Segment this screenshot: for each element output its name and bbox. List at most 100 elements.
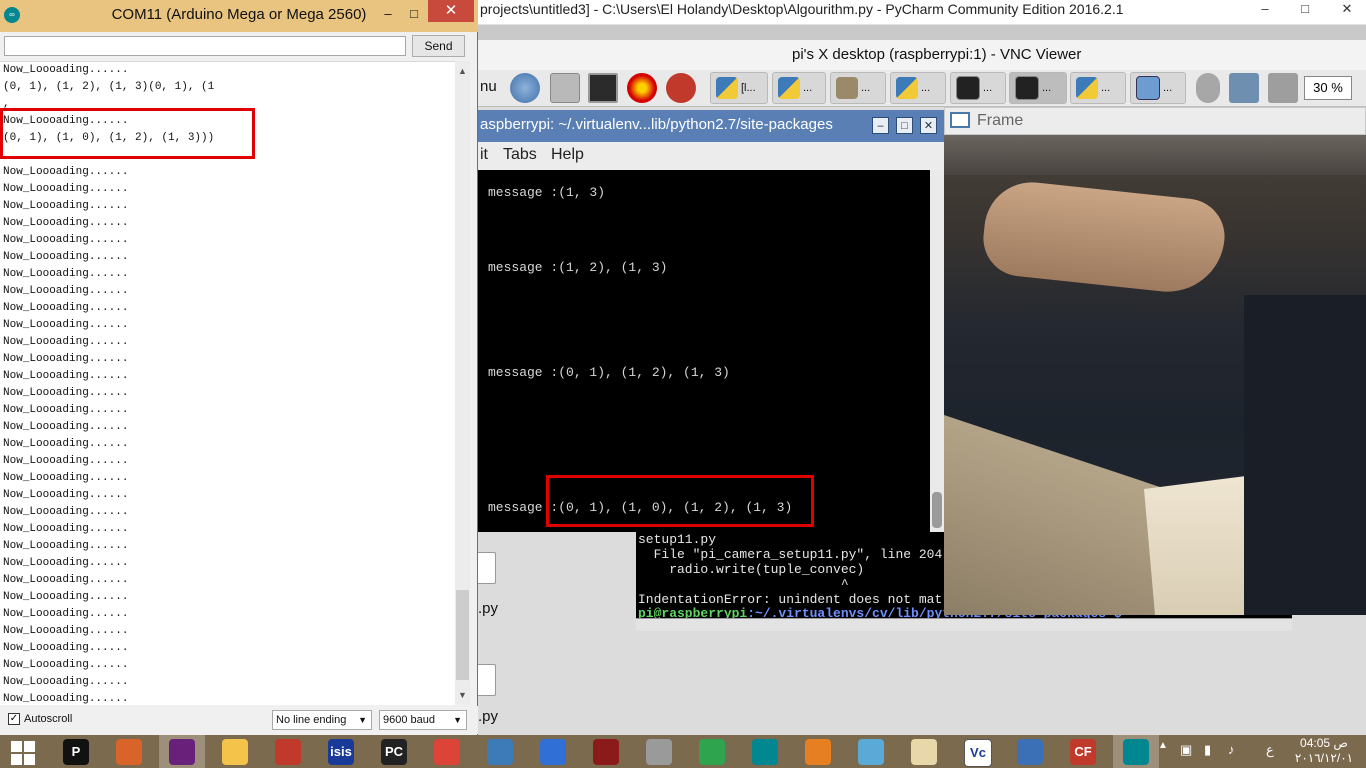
serial-maximize-button[interactable]: □ bbox=[402, 3, 426, 25]
serial-send-input[interactable] bbox=[4, 36, 406, 56]
serial-minimize-button[interactable]: – bbox=[376, 3, 400, 25]
cpu-usage-monitor: 30 % bbox=[1304, 76, 1352, 100]
vnc-icon: Vc bbox=[964, 739, 992, 767]
panel-task-python-2[interactable]: ... bbox=[772, 72, 826, 104]
taskbar-app-blue-button[interactable] bbox=[848, 735, 894, 768]
panel-task-python-1[interactable]: [l... bbox=[710, 72, 768, 104]
taskbar-arduino-button[interactable] bbox=[742, 735, 788, 768]
serial-line: Now_Loooading...... bbox=[3, 455, 129, 467]
camera-hand bbox=[979, 177, 1229, 298]
terminal2-scrollbar[interactable] bbox=[636, 618, 1292, 631]
line-ending-select[interactable]: No line ending ▼ bbox=[272, 710, 372, 730]
taskbar-cf-app-button[interactable]: CF bbox=[1060, 735, 1106, 768]
bluetooth-icon[interactable] bbox=[1196, 73, 1220, 103]
desktop-file-label[interactable]: .py bbox=[478, 600, 498, 617]
panel-task-python-4[interactable]: ... bbox=[1070, 72, 1126, 104]
taskbar-isis-proteus-button[interactable]: isis bbox=[318, 735, 364, 768]
scroll-down-icon[interactable]: ▼ bbox=[455, 690, 470, 700]
desktop-file-label[interactable]: .py bbox=[478, 708, 498, 725]
terminal-message-line: message :(1, 2), (1, 3) bbox=[488, 260, 668, 275]
window-icon bbox=[1136, 76, 1160, 101]
terminal-menu-tabs[interactable]: Tabs bbox=[503, 146, 537, 164]
taskbar-app-red-button[interactable] bbox=[265, 735, 311, 768]
taskbar-chrome-button[interactable] bbox=[424, 735, 470, 768]
taskbar-python-button[interactable] bbox=[477, 735, 523, 768]
panel-menu-label[interactable]: nu bbox=[480, 78, 497, 95]
terminal-maximize-button[interactable]: □ bbox=[896, 117, 913, 134]
taskbar-media-player-button[interactable] bbox=[795, 735, 841, 768]
start-icon bbox=[10, 739, 36, 765]
taskbar-app-swirl-button[interactable] bbox=[530, 735, 576, 768]
terminal-title: aspberrypi: ~/.virtualenv...lib/python2.… bbox=[480, 116, 833, 133]
terminal-close-button[interactable]: ✕ bbox=[920, 117, 937, 134]
serial-line: Now_Loooading...... bbox=[3, 489, 129, 501]
mathematica-icon[interactable] bbox=[627, 73, 657, 103]
serial-line: Now_Loooading...... bbox=[3, 336, 129, 348]
clock-time[interactable]: 04:05 ص bbox=[1294, 736, 1354, 750]
serial-line: Now_Loooading...... bbox=[3, 421, 129, 433]
serial-line: Now_Loooading...... bbox=[3, 64, 129, 76]
panel-task-folder[interactable]: ... bbox=[830, 72, 886, 104]
clock-date[interactable]: ٢٠١٦/١٢/٠١ bbox=[1294, 751, 1354, 765]
network-icon[interactable] bbox=[1229, 73, 1259, 103]
taskbar-paint-button[interactable] bbox=[901, 735, 947, 768]
terminal-minimize-button[interactable]: – bbox=[872, 117, 889, 134]
cf-app-icon: CF bbox=[1070, 739, 1096, 765]
network-tray-icon[interactable]: ▣ bbox=[1180, 742, 1192, 758]
pycharm-close-button[interactable]: ✕ bbox=[1328, 0, 1366, 20]
send-button[interactable]: Send bbox=[412, 35, 465, 57]
panel-task-frame[interactable]: ... bbox=[1130, 72, 1186, 104]
taskbar-file-explorer-button[interactable] bbox=[212, 735, 258, 768]
taskbar-visual-studio-button[interactable] bbox=[159, 735, 205, 768]
taskbar-vnc-button[interactable]: Vc bbox=[954, 735, 1000, 768]
terminal-scrollbar[interactable] bbox=[930, 170, 944, 532]
taskbar-wifi-app-button[interactable] bbox=[689, 735, 735, 768]
volume-icon[interactable] bbox=[1268, 73, 1298, 103]
autoscroll-label: Autoscroll bbox=[24, 713, 73, 725]
camera-frame-image bbox=[944, 135, 1366, 615]
taskbar-network-app-button[interactable] bbox=[1007, 735, 1053, 768]
terminal-menu-help[interactable]: Help bbox=[551, 146, 584, 164]
taskbar-matlab-button[interactable] bbox=[106, 735, 152, 768]
terminal-message-line: message :(1, 3) bbox=[488, 185, 606, 200]
baud-rate-select[interactable]: 9600 baud ▼ bbox=[379, 710, 467, 730]
battery-tray-icon[interactable]: ▮ bbox=[1204, 742, 1211, 758]
terminal-menu-edit[interactable]: it bbox=[480, 146, 488, 164]
autoscroll-checkbox[interactable]: ✓ bbox=[8, 713, 20, 725]
taskbar-start-button[interactable] bbox=[0, 735, 46, 768]
app-chinese-icon bbox=[593, 739, 619, 765]
frame-title: Frame bbox=[977, 112, 1024, 129]
window-icon bbox=[950, 112, 970, 128]
tray-expand-icon[interactable]: ▲ bbox=[1158, 740, 1168, 751]
pycharm-minimize-button[interactable]: – bbox=[1250, 0, 1280, 20]
taskbar-app-chinese-button[interactable] bbox=[583, 735, 629, 768]
serial-line: Now_Loooading...... bbox=[3, 591, 129, 603]
taskbar-pycharm-p-button[interactable]: P bbox=[53, 735, 99, 768]
pycharm-maximize-button[interactable]: □ bbox=[1290, 0, 1320, 20]
panel-task-python-3[interactable]: ... bbox=[890, 72, 946, 104]
taskbar-webcam-button[interactable] bbox=[636, 735, 682, 768]
taskbar-arduino-active-button[interactable] bbox=[1113, 735, 1159, 768]
visual-studio-icon bbox=[169, 739, 195, 765]
python-icon bbox=[716, 77, 738, 100]
scroll-up-icon[interactable]: ▲ bbox=[455, 66, 470, 76]
folder-icon bbox=[836, 77, 858, 100]
file-manager-icon[interactable] bbox=[550, 73, 580, 103]
terminal-icon[interactable] bbox=[588, 73, 618, 103]
terminal-scroll-thumb[interactable] bbox=[932, 492, 942, 528]
serial-line: Now_Loooading...... bbox=[3, 523, 129, 535]
taskbar-pycharm-button[interactable]: PC bbox=[371, 735, 417, 768]
serial-scroll-thumb[interactable] bbox=[456, 590, 469, 680]
terminal-icon bbox=[956, 76, 980, 101]
input-language[interactable]: ع bbox=[1266, 742, 1274, 758]
terminal2-line: setup11.py bbox=[638, 532, 717, 547]
serial-line: Now_Loooading...... bbox=[3, 693, 129, 705]
serial-line: Now_Loooading...... bbox=[3, 472, 129, 484]
panel-task-terminal-1[interactable]: ... bbox=[950, 72, 1006, 104]
panel-task-terminal-2[interactable]: ... bbox=[1009, 72, 1067, 104]
wolfram-icon[interactable] bbox=[666, 73, 696, 103]
serial-close-button[interactable]: ✕ bbox=[428, 0, 474, 22]
web-browser-icon[interactable] bbox=[510, 73, 540, 103]
camera-window-light bbox=[1144, 475, 1254, 615]
volume-tray-icon[interactable]: ♪ bbox=[1228, 742, 1235, 757]
